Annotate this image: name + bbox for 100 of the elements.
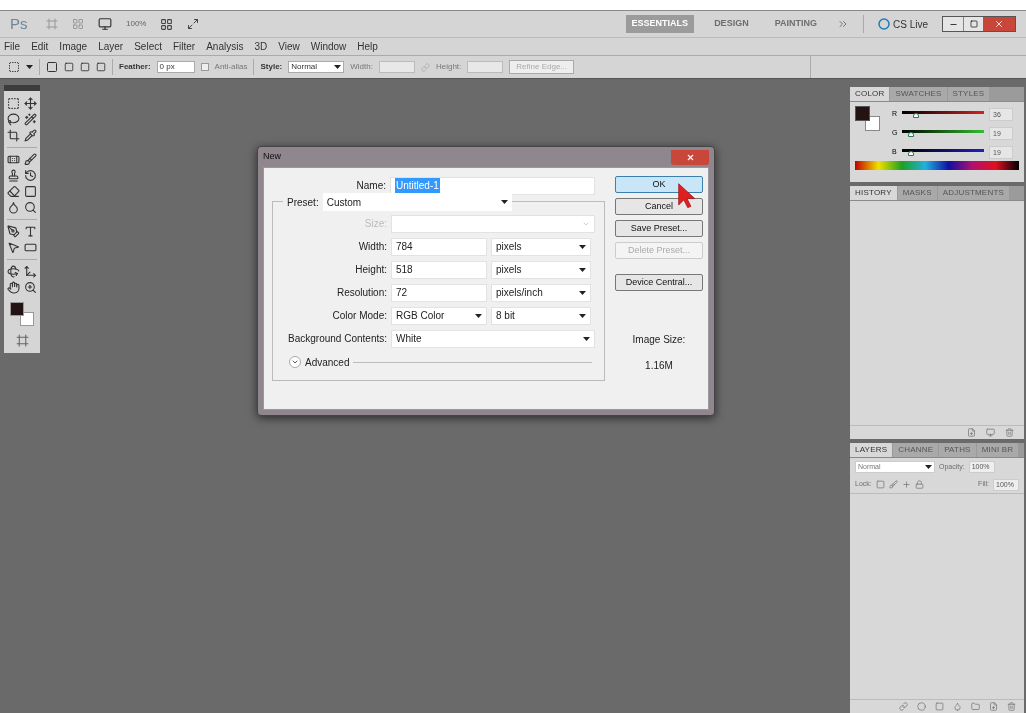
channel-slider[interactable] (902, 147, 984, 157)
slider-thumb[interactable] (907, 150, 914, 156)
workspace-button[interactable]: PAINTING (768, 15, 823, 33)
color-swatches-drawing[interactable] (855, 106, 880, 131)
move-3d-icon[interactable] (24, 265, 37, 278)
chevron-icon (291, 358, 299, 366)
arrange-documents-icon[interactable] (160, 17, 174, 31)
rotate-3d-icon[interactable] (7, 265, 20, 278)
dialog-button[interactable]: OK (615, 176, 703, 193)
channel-slider[interactable] (902, 128, 984, 138)
menu-item[interactable]: File (4, 39, 21, 54)
more-workspaces-icon[interactable] (837, 18, 849, 30)
bit-depth-dropdown[interactable]: 8 bit (491, 306, 591, 325)
pointer-icon[interactable] (7, 241, 20, 254)
panel-tab[interactable]: HISTORY (850, 186, 898, 200)
unit-dropdown[interactable]: pixels (491, 237, 591, 256)
channel-slider[interactable] (902, 109, 984, 119)
dropdown-caret-icon (475, 313, 482, 318)
dropdown-caret-icon (579, 267, 586, 272)
value-field[interactable]: 518 (391, 260, 487, 279)
dropdown-caret-icon (334, 65, 342, 69)
menu-item[interactable]: View (278, 39, 300, 54)
style-dropdown[interactable]: Normal (288, 61, 345, 73)
menu-item[interactable]: Help (357, 39, 378, 54)
dialog-button[interactable]: Cancel (615, 198, 703, 215)
unit-dropdown[interactable]: pixels/inch (491, 283, 591, 302)
type-icon[interactable] (24, 225, 37, 238)
width-label: Width: (350, 61, 373, 73)
intersect-selection-icon[interactable] (96, 62, 106, 72)
history-brush-icon[interactable] (24, 169, 37, 182)
color-mode-label: Color Mode: (331, 309, 388, 323)
feather-field[interactable]: 0 px (156, 61, 195, 73)
zoom-level[interactable]: 100% (126, 18, 147, 30)
cs-live-button[interactable]: CS Live (878, 16, 928, 32)
marquee-icon[interactable] (8, 61, 20, 73)
maximize-icon (969, 20, 978, 28)
menu-item[interactable]: Analysis (206, 39, 244, 54)
value-field[interactable]: 72 (391, 283, 487, 302)
dropdown-caret-icon (26, 65, 33, 69)
slider-thumb[interactable] (907, 131, 914, 137)
drop-icon[interactable] (7, 201, 20, 214)
dropdown-caret-icon (579, 313, 586, 318)
close-button[interactable] (983, 17, 1015, 31)
slider-thumb[interactable] (912, 112, 919, 118)
rectangle-icon[interactable] (24, 241, 37, 254)
minimize-button[interactable] (943, 17, 963, 31)
dropdown-caret-icon (583, 336, 590, 341)
width-field[interactable] (378, 61, 415, 73)
add-selection-icon[interactable] (64, 62, 74, 72)
crop-icon[interactable] (7, 129, 20, 142)
wand-icon[interactable] (24, 113, 37, 126)
magnifier-icon[interactable] (24, 201, 37, 214)
maximize-button[interactable] (963, 17, 983, 31)
unit-dropdown[interactable]: pixels (491, 260, 591, 279)
selected-text: Untitled-1 (395, 178, 440, 193)
subtract-selection-icon[interactable] (80, 62, 90, 72)
eraser-icon[interactable] (7, 185, 20, 198)
value-field[interactable]: 784 (391, 237, 487, 256)
background-contents-dropdown[interactable]: White (391, 329, 595, 348)
style-label: Style: (260, 61, 283, 73)
field-label: Resolution: (335, 286, 388, 300)
name-label: Name: (355, 179, 387, 193)
height-label: Height: (435, 61, 462, 73)
color-spectrum[interactable] (855, 161, 1019, 170)
brush-icon[interactable] (24, 153, 37, 166)
dropdown-caret-icon (500, 200, 508, 204)
stamp-icon[interactable] (7, 169, 20, 182)
lasso-icon[interactable] (7, 113, 20, 126)
menu-item[interactable]: 3D (254, 39, 268, 54)
height-field[interactable] (467, 61, 504, 73)
menu-item[interactable]: Layer (98, 39, 124, 54)
menu-item[interactable]: Image (59, 39, 88, 54)
feather-label: Feather: (119, 61, 151, 73)
anti-alias-label: Anti-alias (214, 61, 248, 73)
app-logo: Ps (10, 13, 29, 34)
panel-tab[interactable]: COLOR (850, 87, 891, 101)
close-icon (685, 152, 695, 162)
menu-item[interactable]: Edit (31, 39, 49, 54)
advanced-toggle[interactable] (289, 356, 301, 368)
zoom-icon[interactable] (24, 281, 37, 294)
workspace-button[interactable]: DESIGN (708, 15, 755, 33)
dialog-button[interactable]: Save Preset... (615, 220, 703, 237)
menu-item[interactable]: Window (310, 39, 347, 54)
color-swatches-drawing[interactable] (10, 302, 34, 326)
color-mode-dropdown[interactable]: RGB Color (391, 306, 487, 325)
close-button[interactable] (671, 149, 709, 165)
marquee-icon[interactable] (7, 97, 20, 110)
dialog-button[interactable]: Device Central... (615, 274, 703, 291)
menu-item[interactable]: Filter (172, 39, 196, 54)
background-contents-label: Background Contents: (287, 332, 388, 346)
panel-tab[interactable]: LAYERS (850, 443, 894, 457)
close-icon (994, 19, 1004, 29)
preset-dropdown[interactable]: Custom (322, 193, 512, 211)
menu-item[interactable]: Select (134, 39, 162, 54)
pen-icon[interactable] (7, 225, 20, 238)
new-selection-icon[interactable] (46, 61, 58, 73)
hand-icon[interactable] (7, 281, 20, 294)
eyedropper-icon[interactable] (24, 129, 37, 142)
dropdown-caret-icon (579, 244, 586, 249)
bandage-icon[interactable] (7, 153, 20, 166)
